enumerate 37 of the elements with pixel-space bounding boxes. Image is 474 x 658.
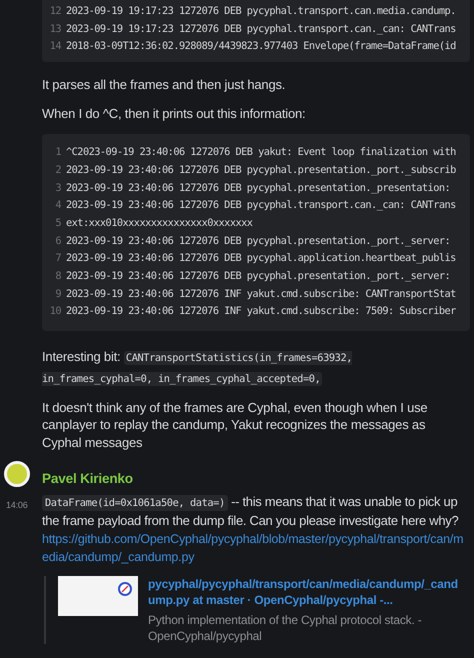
code-line: 2023-09-19 23:40:06 1272076 DEB pycyphal.presentation._port._server: (66, 234, 450, 249)
code-line: 2023-09-19 23:40:06 1272076 DEB pycyphal.presentation._presentation: (66, 180, 450, 196)
line-number: 13 (48, 22, 62, 37)
code-line: 2023-09-19 23:40:06 1272076 DEB pycyphal.application.heartbeat_publis (66, 251, 456, 266)
code-line: 2023-09-19 23:40:06 1272076 DEB pycyphal.presentation._port._server: (66, 268, 450, 284)
preview-description: Python implementation of the Cyphal protocol stack. - OpenCyphal/pycyphal (148, 612, 423, 644)
preview-title-link[interactable]: pycyphal/pycyphal/transport/can/media/candump/_candump.py at master · OpenCyphal/pycyphal -... (148, 576, 464, 608)
line-number: 12 (48, 4, 62, 20)
line-number: 5 (54, 216, 62, 231)
message-text: It parses all the frames and then just hangs. (42, 76, 286, 94)
line-number: 14 (48, 39, 62, 54)
line-number: 8 (54, 268, 62, 284)
code-line: 2023-09-19 19:17:23 1272076 DEB pycyphal.transport.can._can: CANTrans (66, 22, 456, 37)
line-number: 7 (54, 251, 62, 266)
author-name[interactable]: Pavel Kirienko (42, 470, 133, 488)
message-text: It doesn't think any of the frames are Cyphal, even though when I use canplayer to replay the candump, Yakut recognizes the messages as Cyphal messages (42, 398, 428, 452)
code-line: ext:xxx010xxxxxxxxxxxxxxx0xxxxxxx (66, 216, 252, 231)
code-line: 2023-09-19 23:40:06 1272076 INF yakut.cmd.subscribe: 7509: Subscriber (66, 304, 456, 320)
line-number: 10 (48, 304, 62, 320)
code-line: 2023-09-19 23:40:06 1272076 INF yakut.cmd.subscribe: CANTransportStat (66, 286, 456, 302)
code-line: 2023-09-19 23:40:06 1272076 DEB pycyphal.transport.can._can: CANTrans (66, 198, 456, 214)
code-line: 2023-09-19 19:17:23 1272076 DEB pycyphal.transport.can.media.candump. (66, 4, 456, 20)
message-text: DataFrame(id=0x1061a50e, data=) -- this means that it was unable to pick up the frame payload from the dump file. Can you please investigate here why? (42, 493, 460, 530)
line-number: 2 (54, 162, 62, 178)
avatar (4, 461, 30, 488)
line-number: 9 (54, 286, 62, 302)
line-number: 1 (54, 145, 62, 160)
line-number: 3 (54, 180, 62, 196)
code-line: 2018-03-09T12:36:02.928089/4439823.977403 Envelope(frame=DataFrame(id (66, 39, 456, 54)
message-text: When I do ^C, then it prints out this information: (42, 104, 306, 122)
line-number: 6 (54, 234, 62, 249)
code-line: 2023-09-19 23:40:06 1272076 DEB pycyphal.presentation._port._subscrib (66, 162, 456, 178)
code-line: ^C2023-09-19 23:40:06 1272076 DEB yakut: Event loop finalization with (66, 145, 456, 160)
link[interactable]: https://github.com/OpenCyphal/pycyphal/blob/master/pycyphal/transport/can/media/candump/_candump.py (42, 530, 470, 566)
logo-icon (118, 582, 132, 596)
line-number: 4 (54, 198, 62, 214)
message-time: 14:06 (5, 499, 29, 512)
